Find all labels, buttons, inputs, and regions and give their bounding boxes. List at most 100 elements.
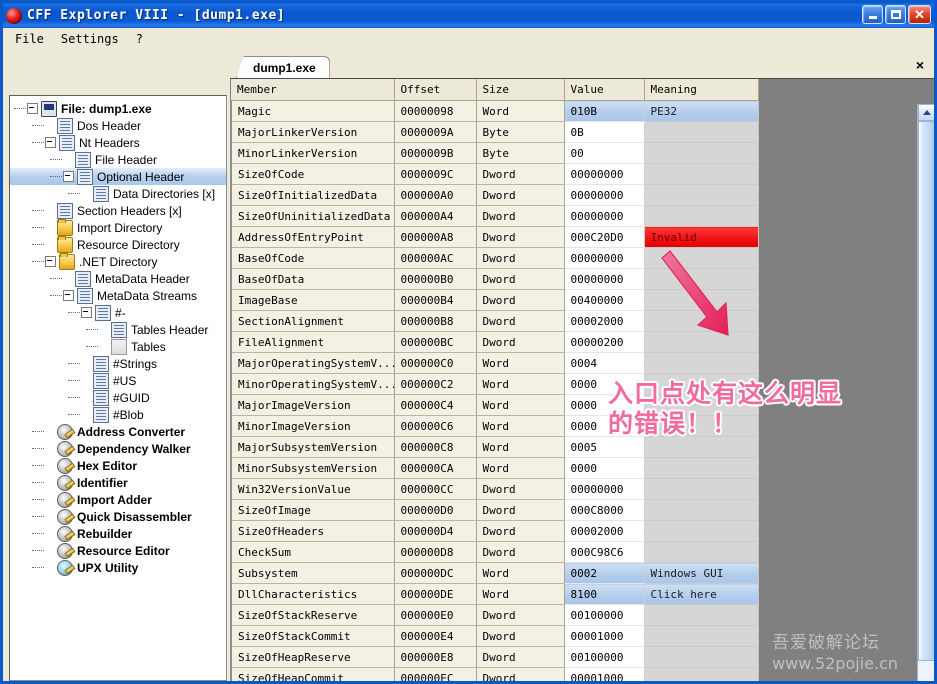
menu-item-settings[interactable]: Settings	[57, 30, 128, 48]
tree-item-hex-editor[interactable]: Hex Editor	[10, 457, 226, 474]
cell-meaning[interactable]	[644, 310, 759, 332]
tree-item-file-dump1-exe[interactable]: File: dump1.exe	[10, 100, 226, 117]
cell-meaning[interactable]	[644, 457, 759, 479]
cell-meaning[interactable]	[644, 667, 759, 681]
table-row[interactable]: Magic 00000098 Word 010B PE32	[230, 100, 759, 122]
cell-meaning[interactable]: Invalid	[644, 226, 759, 248]
cell-meaning[interactable]	[644, 604, 759, 626]
cell-meaning[interactable]	[644, 478, 759, 500]
table-row[interactable]: SizeOfImage 000000D0 Dword 000C8000	[230, 499, 759, 521]
table-row[interactable]: CheckSum 000000D8 Dword 000C98C6	[230, 541, 759, 563]
tree-item-nt-headers[interactable]: Nt Headers	[10, 134, 226, 151]
cell-meaning[interactable]	[644, 625, 759, 647]
cell-value[interactable]: 00000000	[564, 205, 645, 227]
menu-item-file[interactable]: File	[11, 30, 53, 48]
navigation-tree[interactable]: File: dump1.exe Dos Header Nt Headers File …	[9, 95, 227, 681]
cell-value[interactable]: 0000	[564, 373, 645, 395]
tree-item-quick-disassembler[interactable]: Quick Disassembler	[10, 508, 226, 525]
cell-value[interactable]: 00000000	[564, 247, 645, 269]
cell-value[interactable]: 0000	[564, 394, 645, 416]
tree-item-guid[interactable]: #GUID	[10, 389, 226, 406]
table-row[interactable]: SizeOfStackReserve 000000E0 Dword 00100000	[230, 604, 759, 626]
table-row[interactable]: SizeOfHeapCommit 000000EC Dword 00001000	[230, 667, 759, 681]
cell-meaning[interactable]	[644, 436, 759, 458]
table-row[interactable]: SizeOfStackCommit 000000E4 Dword 00001000	[230, 625, 759, 647]
tree-expander-collapse-icon[interactable]	[45, 256, 56, 267]
tree-item-net-directory[interactable]: .NET Directory	[10, 252, 226, 270]
tree-expander-collapse-icon[interactable]	[45, 137, 56, 148]
table-row[interactable]: SizeOfCode 0000009C Dword 00000000	[230, 163, 759, 185]
table-row[interactable]: MajorLinkerVersion 0000009A Byte 0B	[230, 121, 759, 143]
tree-item-data-directories-x[interactable]: Data Directories [x]	[10, 185, 226, 202]
cell-value[interactable]: 0B	[564, 121, 645, 143]
cell-value[interactable]: 8100	[564, 583, 645, 605]
tree-item-import-directory[interactable]: Import Directory	[10, 218, 226, 236]
cell-value[interactable]: 00100000	[564, 604, 645, 626]
tree-expander-collapse-icon[interactable]	[81, 307, 92, 318]
column-header-size[interactable]: Size	[476, 79, 565, 101]
cell-value[interactable]: 010B	[564, 100, 645, 122]
tree-item-upx-utility[interactable]: UPX Utility	[10, 559, 226, 576]
tree-item-optional-header[interactable]: Optional Header	[10, 168, 226, 185]
cell-value[interactable]: 00	[564, 142, 645, 164]
tree-item-us[interactable]: #US	[10, 372, 226, 389]
table-row[interactable]: Win32VersionValue 000000CC Dword 00000000	[230, 478, 759, 500]
cell-value[interactable]: 000C8000	[564, 499, 645, 521]
cell-meaning[interactable]	[644, 352, 759, 374]
cell-meaning[interactable]	[644, 394, 759, 416]
maximize-button[interactable]	[885, 5, 906, 24]
cell-meaning[interactable]	[644, 499, 759, 521]
table-row[interactable]: FileAlignment 000000BC Dword 00000200	[230, 331, 759, 353]
cell-value[interactable]: 00000200	[564, 331, 645, 353]
table-row[interactable]: SizeOfInitializedData 000000A0 Dword 000000…	[230, 184, 759, 206]
cell-value[interactable]: 00100000	[564, 646, 645, 668]
cell-meaning[interactable]	[644, 541, 759, 563]
tree-item-tables[interactable]: Tables	[10, 338, 226, 355]
cell-meaning[interactable]	[644, 415, 759, 437]
cell-value[interactable]: 00000000	[564, 478, 645, 500]
table-row[interactable]: MajorOperatingSystemV... 000000C0 Word 0004	[230, 352, 759, 374]
tree-expander-collapse-icon[interactable]	[27, 103, 38, 114]
tree-item-resource-directory[interactable]: Resource Directory	[10, 235, 226, 253]
tree-item-strings[interactable]: #Strings	[10, 355, 226, 372]
cell-value[interactable]: 00001000	[564, 625, 645, 647]
cell-value[interactable]: 00002000	[564, 310, 645, 332]
cell-value[interactable]: 00002000	[564, 520, 645, 542]
cell-value[interactable]: 0000	[564, 457, 645, 479]
table-row[interactable]: MinorOperatingSystemV... 000000C2 Word 0000	[230, 373, 759, 395]
cell-meaning[interactable]	[644, 247, 759, 269]
tree-item-metadata-streams[interactable]: MetaData Streams	[10, 287, 226, 304]
cell-meaning[interactable]	[644, 373, 759, 395]
table-row[interactable]: Subsystem 000000DC Word 0002 Windows GUI	[230, 562, 759, 584]
cell-meaning[interactable]	[644, 289, 759, 311]
cell-meaning[interactable]: PE32	[644, 100, 759, 122]
tree-item-metadata-header[interactable]: MetaData Header	[10, 270, 226, 287]
table-row[interactable]: SizeOfHeaders 000000D4 Dword 00002000	[230, 520, 759, 542]
menu-item-help[interactable]: ?	[132, 30, 152, 48]
cell-meaning[interactable]	[644, 163, 759, 185]
cell-value[interactable]: 00000000	[564, 268, 645, 290]
cell-meaning[interactable]	[644, 121, 759, 143]
cell-meaning[interactable]: Click here	[644, 583, 759, 605]
tree-item-[interactable]: #-	[10, 304, 226, 321]
cell-value[interactable]: 0004	[564, 352, 645, 374]
cell-value[interactable]: 00001000	[564, 667, 645, 681]
column-header-meaning[interactable]: Meaning	[644, 79, 759, 101]
scroll-up-button[interactable]	[918, 104, 934, 121]
cell-meaning[interactable]	[644, 268, 759, 290]
tree-item-address-converter[interactable]: Address Converter	[10, 423, 226, 440]
tree-item-section-headers-x[interactable]: Section Headers [x]	[10, 202, 226, 219]
tab-close-icon[interactable]: ×	[916, 58, 924, 72]
cell-meaning[interactable]	[644, 646, 759, 668]
tree-item-tables-header[interactable]: Tables Header	[10, 321, 226, 338]
cell-value[interactable]: 0000	[564, 415, 645, 437]
tree-item-dos-header[interactable]: Dos Header	[10, 117, 226, 134]
table-row[interactable]: BaseOfCode 000000AC Dword 00000000	[230, 247, 759, 269]
column-header-offset[interactable]: Offset	[394, 79, 477, 101]
table-row[interactable]: MinorLinkerVersion 0000009B Byte 00	[230, 142, 759, 164]
close-button[interactable]: ✕	[908, 5, 931, 24]
table-row[interactable]: AddressOfEntryPoint 000000A8 Dword 000C20D0…	[230, 226, 759, 248]
cell-meaning[interactable]: Windows GUI	[644, 562, 759, 584]
cell-meaning[interactable]	[644, 520, 759, 542]
table-row[interactable]: MajorImageVersion 000000C4 Word 0000	[230, 394, 759, 416]
